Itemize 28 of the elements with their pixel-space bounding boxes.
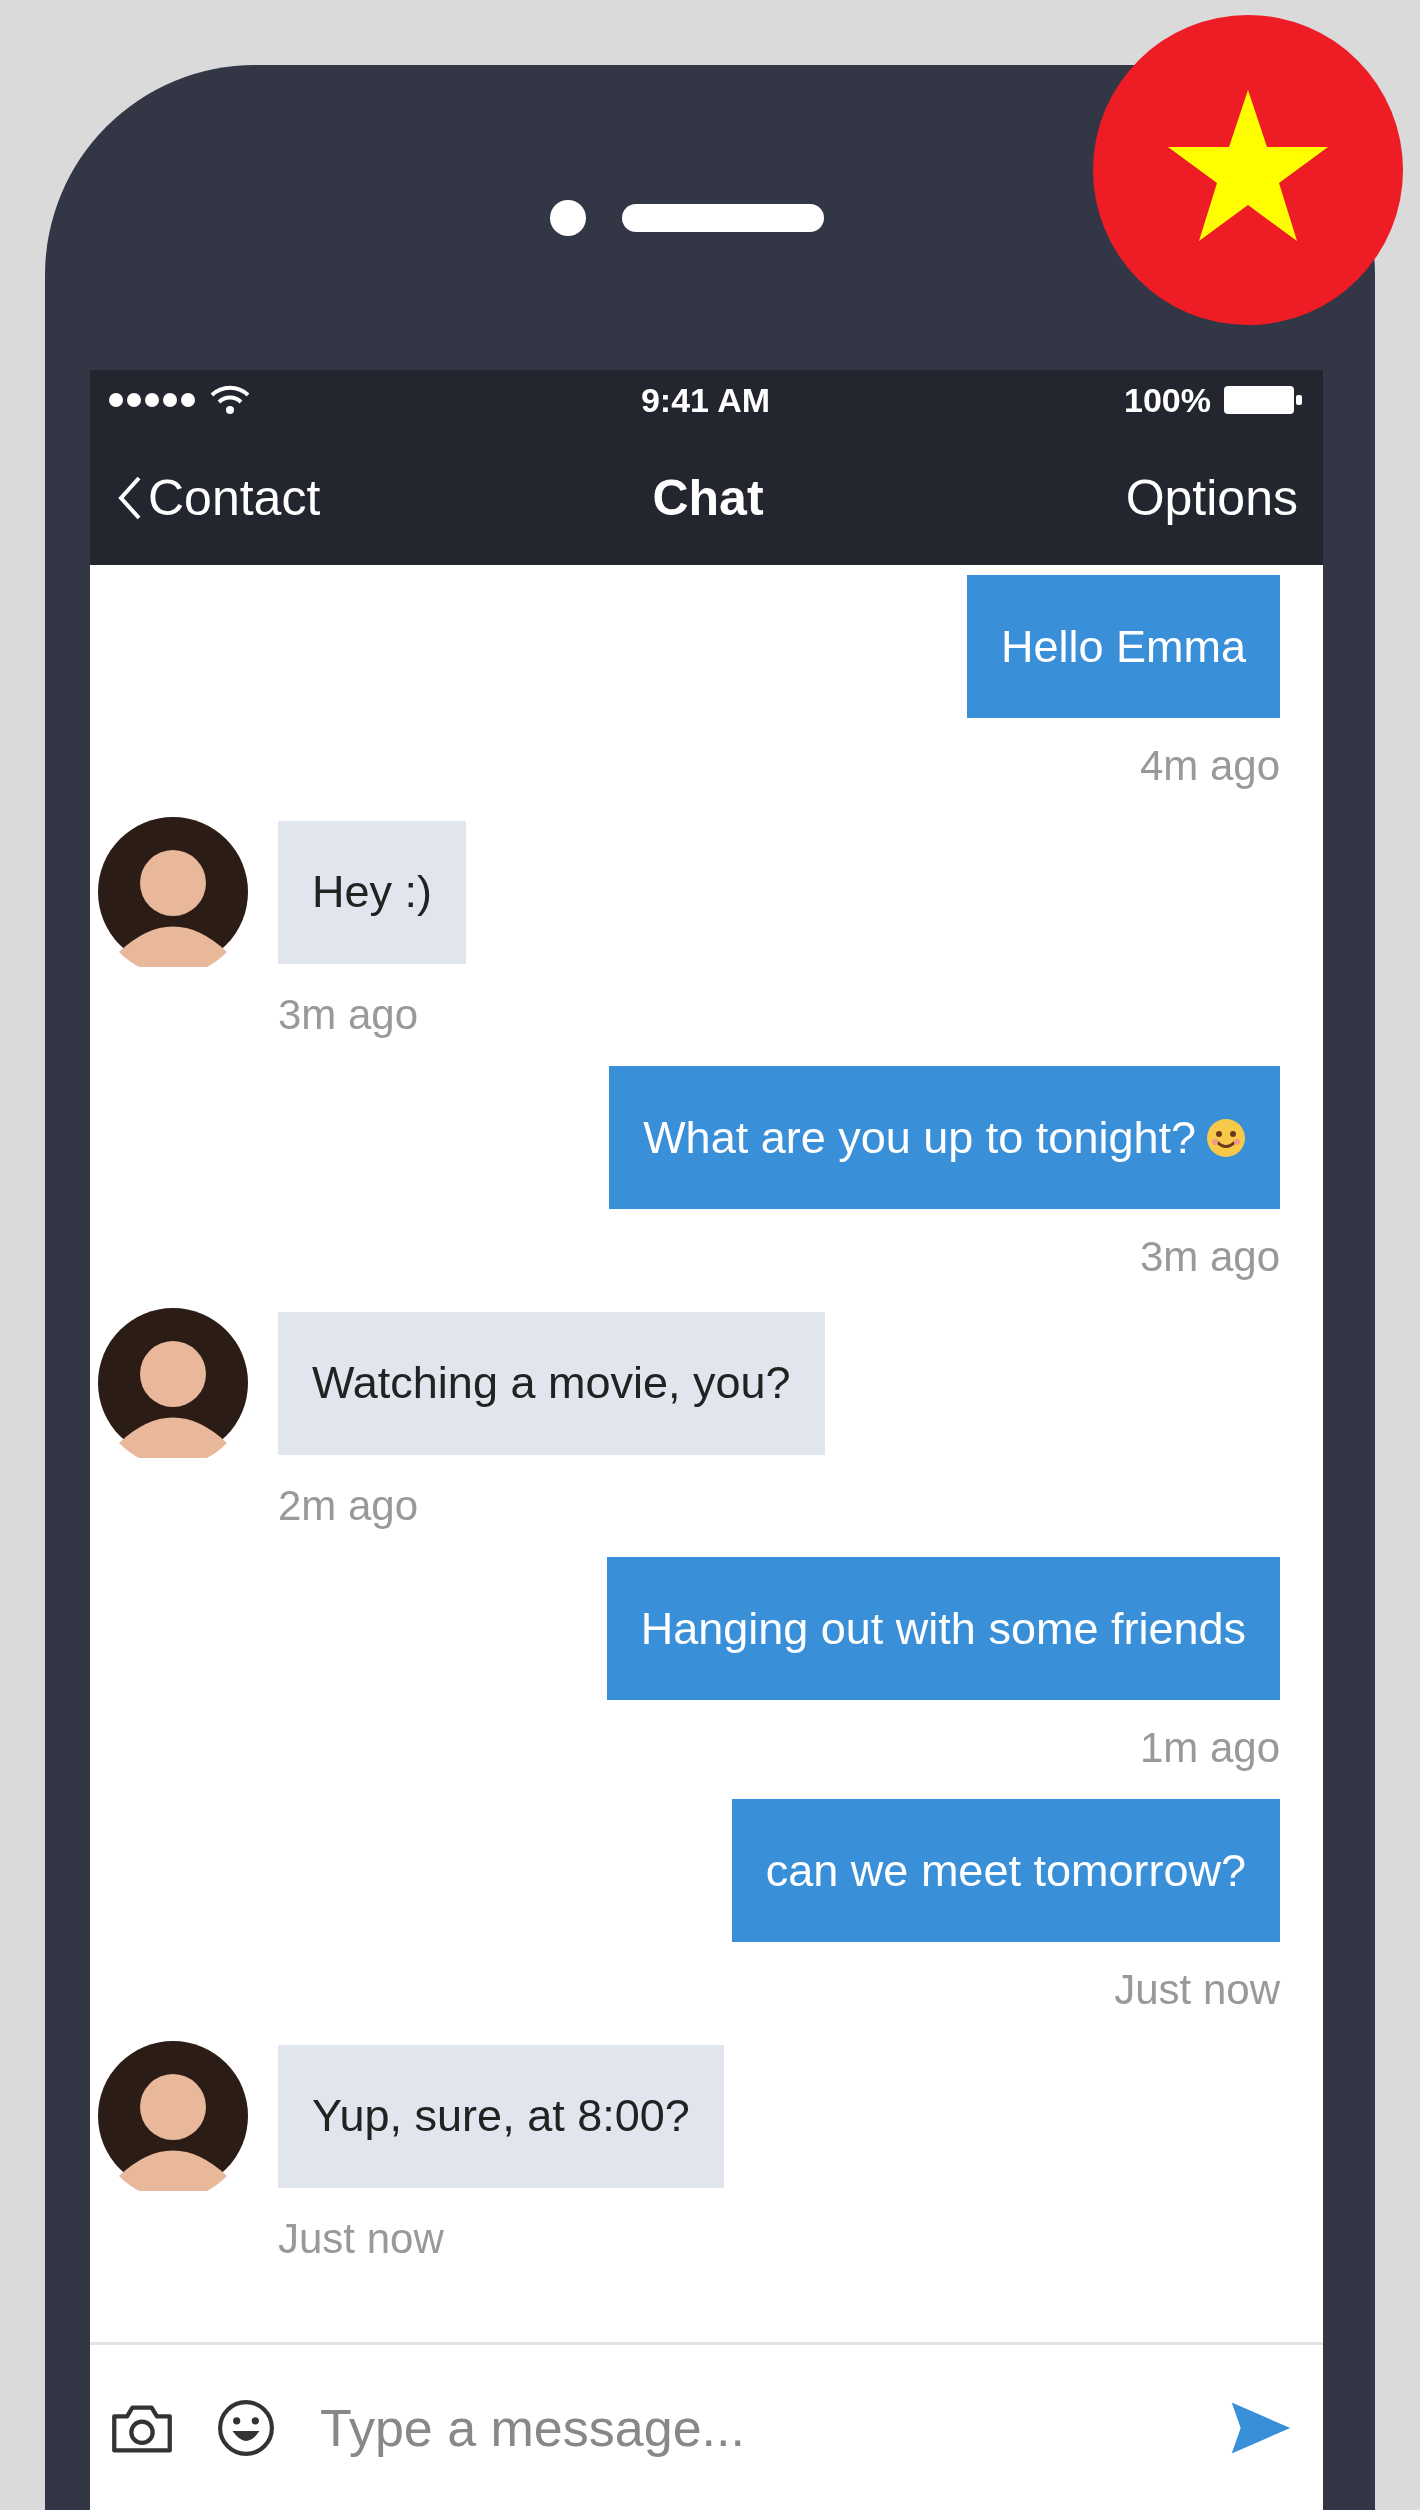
camera-dot: [549, 199, 586, 236]
screen-title: Chat: [652, 468, 764, 527]
battery-icon: [1223, 385, 1303, 415]
battery-percent: 100%: [1124, 380, 1211, 420]
message-time: 3m ago: [1139, 1232, 1280, 1282]
message-input[interactable]: Type a message...: [318, 2396, 1189, 2459]
message-bubble: Hey :): [278, 820, 466, 964]
signal-icon: [108, 392, 198, 408]
options-link[interactable]: Options: [998, 468, 1298, 527]
message-bubble: Hello Emma: [966, 575, 1280, 718]
avatar[interactable]: [98, 2041, 248, 2191]
message-time: 2m ago: [278, 1481, 419, 1531]
avatar[interactable]: [98, 817, 248, 967]
avatar[interactable]: [98, 1308, 248, 1458]
chevron-left-icon: [118, 475, 142, 520]
message-time: Just now: [278, 2214, 444, 2264]
message-bubble: Hanging out with some friends: [606, 1557, 1280, 1700]
message-bubble: Yup, sure, at 8:00?: [278, 2044, 724, 2188]
message-bubble: What are you up to tonight?: [609, 1066, 1280, 1209]
message-bubble: can we meet tomorrow?: [731, 1799, 1280, 1942]
back-link[interactable]: Contact: [118, 468, 418, 527]
message-time: 1m ago: [1139, 1723, 1280, 1773]
wifi-icon: [210, 385, 250, 415]
message-time: 4m ago: [1139, 741, 1280, 791]
message-time: 3m ago: [278, 990, 419, 1040]
status-time: 9:41 AM: [640, 380, 771, 420]
message-bubble: Watching a movie, you?: [278, 1311, 825, 1455]
message-time: Just now: [1114, 1965, 1280, 2015]
